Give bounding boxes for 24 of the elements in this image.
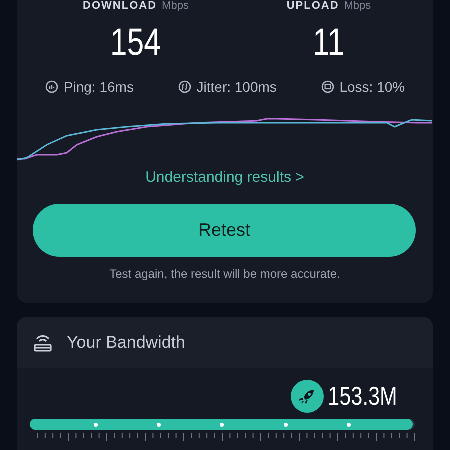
ping-icon xyxy=(44,80,59,94)
upload-speed: 11 xyxy=(313,21,345,65)
bar-dot xyxy=(346,422,351,426)
download-label: DOWNLOAD xyxy=(83,0,158,13)
rocket-icon xyxy=(291,380,324,413)
unit-label: Mbps xyxy=(344,0,372,13)
bar-dot xyxy=(157,422,162,426)
bandwidth-title: Your Bandwidth xyxy=(67,332,186,352)
bar-dot xyxy=(284,422,288,426)
bar-dot xyxy=(220,422,224,426)
bar-dot xyxy=(94,422,98,426)
loss-reading: Loss: 10% xyxy=(340,79,406,95)
unit-label: Mbps xyxy=(162,0,189,13)
download-speed: 154 xyxy=(110,21,162,65)
retest-button[interactable]: Retest xyxy=(33,204,416,257)
router-icon xyxy=(33,332,53,352)
loss-icon xyxy=(320,80,335,94)
jitter-icon xyxy=(178,80,192,94)
understanding-results-link[interactable]: Understanding results > xyxy=(146,169,304,186)
bandwidth-reading: 153.3M xyxy=(328,381,398,412)
upload-label: UPLOAD xyxy=(286,0,340,13)
retest-hint: Test again, the result will be more accurate. xyxy=(108,267,342,281)
jitter-reading: Jitter: 100ms xyxy=(196,79,277,95)
ping-reading: Ping: 16ms xyxy=(64,79,134,95)
